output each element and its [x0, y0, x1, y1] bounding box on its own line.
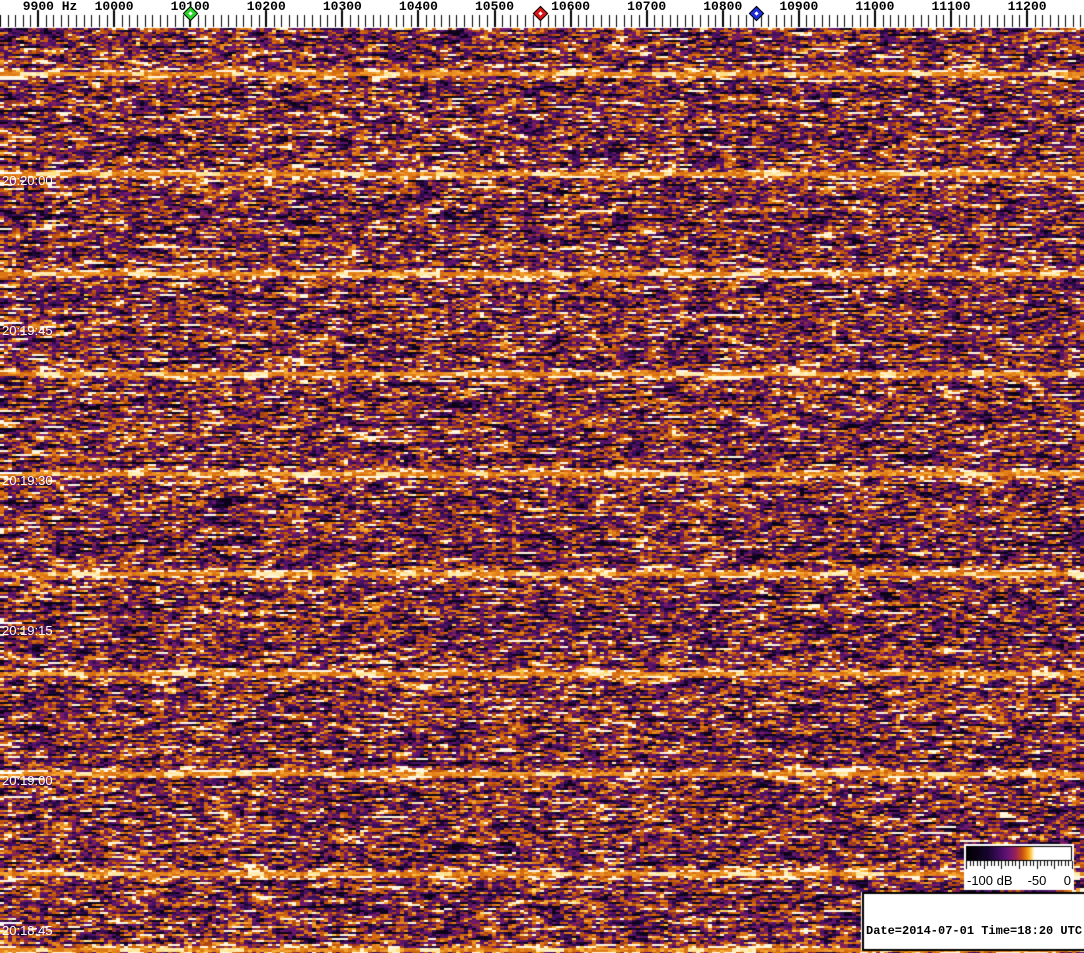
time-label: 20:20:00	[2, 173, 53, 188]
waterfall-display	[0, 0, 1084, 953]
freq-tick-label: 10300	[322, 0, 362, 14]
freq-tick-label: 10800	[703, 0, 743, 14]
db-mid-label: -50	[1027, 873, 1047, 888]
db-max-label: 0	[1063, 873, 1071, 888]
freq-tick-label: 10500	[475, 0, 515, 14]
time-label: 20:19:15	[2, 623, 53, 638]
time-label: 20:19:30	[2, 473, 53, 488]
freq-tick-label: 10700	[627, 0, 667, 14]
marker-center-dot	[754, 11, 760, 16]
freq-tick-label: 10400	[398, 0, 438, 14]
time-label: 20:19:00	[2, 773, 53, 788]
freq-tick-label: 10600	[551, 0, 591, 14]
spectrogram-app: 9900 Hz100001010010200103001040010500106…	[0, 0, 1084, 953]
freq-tick-label: 11200	[1007, 0, 1047, 14]
freq-tick-label: 10000	[94, 0, 134, 14]
marker-center-dot	[538, 11, 543, 16]
freq-tick-label: 11000	[855, 0, 895, 14]
freq-tick-label: 10900	[779, 0, 819, 14]
info-line-date-time: Date=2014-07-01 Time=18:20 UTC	[866, 923, 1083, 938]
marker-center-dot	[188, 11, 193, 16]
freq-tick-label: 10200	[246, 0, 286, 14]
freq-tick-label: 11100	[931, 0, 971, 14]
time-label: 20:19:45	[2, 323, 53, 338]
info-box: Date=2014-07-01 Time=18:20 UTC Freq=143 …	[866, 895, 1082, 953]
freq-tick-label: 9900 Hz	[22, 0, 78, 14]
db-min-label: -100 dB	[967, 873, 1013, 888]
time-label: 20:18:45	[2, 923, 53, 938]
